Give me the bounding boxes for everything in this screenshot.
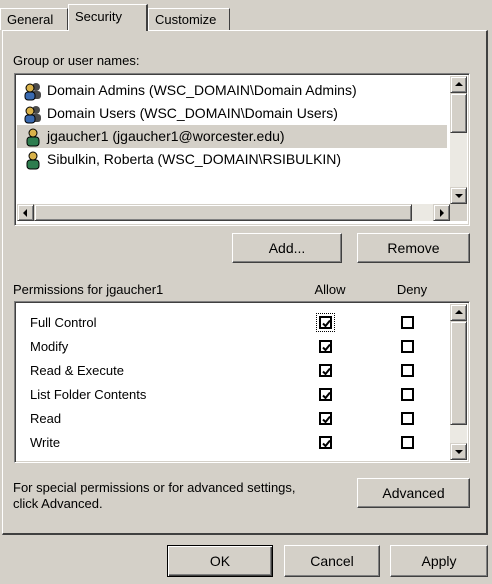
vertical-scroll-thumb[interactable] [450,93,467,133]
scroll-right-button[interactable] [433,204,450,221]
ok-button[interactable]: OK [167,545,273,577]
deny-checkbox-write[interactable] [401,436,414,449]
permission-name-write: Write [30,435,61,450]
checkmark-icon [322,415,331,424]
apply-button-label: Apply [421,553,457,569]
user-icon [26,151,40,170]
scrollbar-corner [450,204,467,221]
checkmark-icon [322,367,331,376]
deny-checkbox-read[interactable] [401,412,414,425]
right-arrow-icon [440,209,444,217]
checkmark-icon [322,343,331,352]
checkmark-icon [322,439,331,448]
permission-name-read-execute: Read & Execute [30,363,124,378]
permission-name-modify: Modify [30,339,69,354]
group-or-user-names-label: Group or user names: [13,53,140,68]
advanced-description-line2: click Advanced. [13,496,103,511]
permission-name-list-folder-contents: List Folder Contents [30,387,147,402]
allow-checkbox-read-execute[interactable] [319,364,332,377]
tab-general-label: General [7,12,54,27]
ok-button-label: OK [209,553,231,569]
group-icon [24,106,41,124]
scroll-left-button[interactable] [17,204,34,221]
tab-security-label: Security [75,9,122,24]
remove-button-label: Remove [387,240,440,256]
add-button[interactable]: Add... [232,233,342,263]
deny-checkbox-modify[interactable] [401,340,414,353]
permissions-title: Permissions for jgaucher1 [13,282,164,297]
scroll-up-button[interactable] [450,76,467,93]
checkmark-icon [322,391,331,400]
remove-button[interactable]: Remove [357,233,470,263]
user-list-item-domain-users[interactable]: Domain Users (WSC_DOMAIN\Domain Users) [17,102,447,125]
add-button-label: Add... [268,240,306,256]
tab-general[interactable]: General [0,8,68,30]
advanced-description: For special permissions or for advanced … [13,480,296,512]
group-icon [24,83,41,101]
user-list-item-label: Domain Users (WSC_DOMAIN\Domain Users) [47,105,338,121]
tab-customize[interactable]: Customize [148,8,230,30]
user-list-item-sibulkin[interactable]: Sibulkin, Roberta (WSC_DOMAIN\RSIBULKIN) [17,148,447,171]
cancel-button[interactable]: Cancel [284,545,380,577]
deny-checkbox-list-folder-contents[interactable] [401,388,414,401]
apply-button[interactable]: Apply [390,545,488,577]
permissions-scroll-thumb[interactable] [450,321,467,425]
permissions-scroll-up-button[interactable] [450,304,467,321]
down-arrow-icon [455,450,463,454]
deny-column-header: Deny [396,282,428,297]
allow-checkbox-modify[interactable] [319,340,332,353]
allow-checkbox-read[interactable] [319,412,332,425]
permission-name-full-control: Full Control [30,315,97,330]
user-list-item-label: Domain Admins (WSC_DOMAIN\Domain Admins) [47,82,357,98]
user-list-item-jgaucher1[interactable]: jgaucher1 (jgaucher1@worcester.edu) [17,125,447,148]
tab-security[interactable]: Security [68,4,148,31]
left-arrow-icon [23,209,27,217]
up-arrow-icon [455,82,463,86]
cancel-button-label: Cancel [310,553,354,569]
scroll-down-button[interactable] [450,187,467,204]
user-icon [26,128,40,147]
advanced-button-label: Advanced [382,485,445,501]
up-arrow-icon [455,310,463,314]
user-list-item-label: Sibulkin, Roberta (WSC_DOMAIN\RSIBULKIN) [47,151,342,167]
horizontal-scroll-thumb[interactable] [34,204,412,221]
down-arrow-icon [455,194,463,198]
user-list-item-domain-admins[interactable]: Domain Admins (WSC_DOMAIN\Domain Admins) [17,79,447,102]
tab-customize-label: Customize [155,12,217,27]
user-list-item-label: jgaucher1 (jgaucher1@worcester.edu) [47,128,285,144]
permissions-list[interactable]: Full Control Modify Read & Execute List … [14,301,470,463]
advanced-button[interactable]: Advanced [357,478,470,508]
deny-checkbox-read-execute[interactable] [401,364,414,377]
permissions-scroll-down-button[interactable] [450,443,467,460]
deny-checkbox-full-control[interactable] [401,316,414,329]
permission-name-read: Read [30,411,62,426]
allow-checkbox-write[interactable] [319,436,332,449]
allow-column-header: Allow [314,282,346,297]
user-list[interactable]: Domain Admins (WSC_DOMAIN\Domain Admins)… [14,73,470,226]
allow-checkbox-list-folder-contents[interactable] [319,388,332,401]
focus-indicator [316,313,335,332]
advanced-description-line1: For special permissions or for advanced … [13,480,296,495]
